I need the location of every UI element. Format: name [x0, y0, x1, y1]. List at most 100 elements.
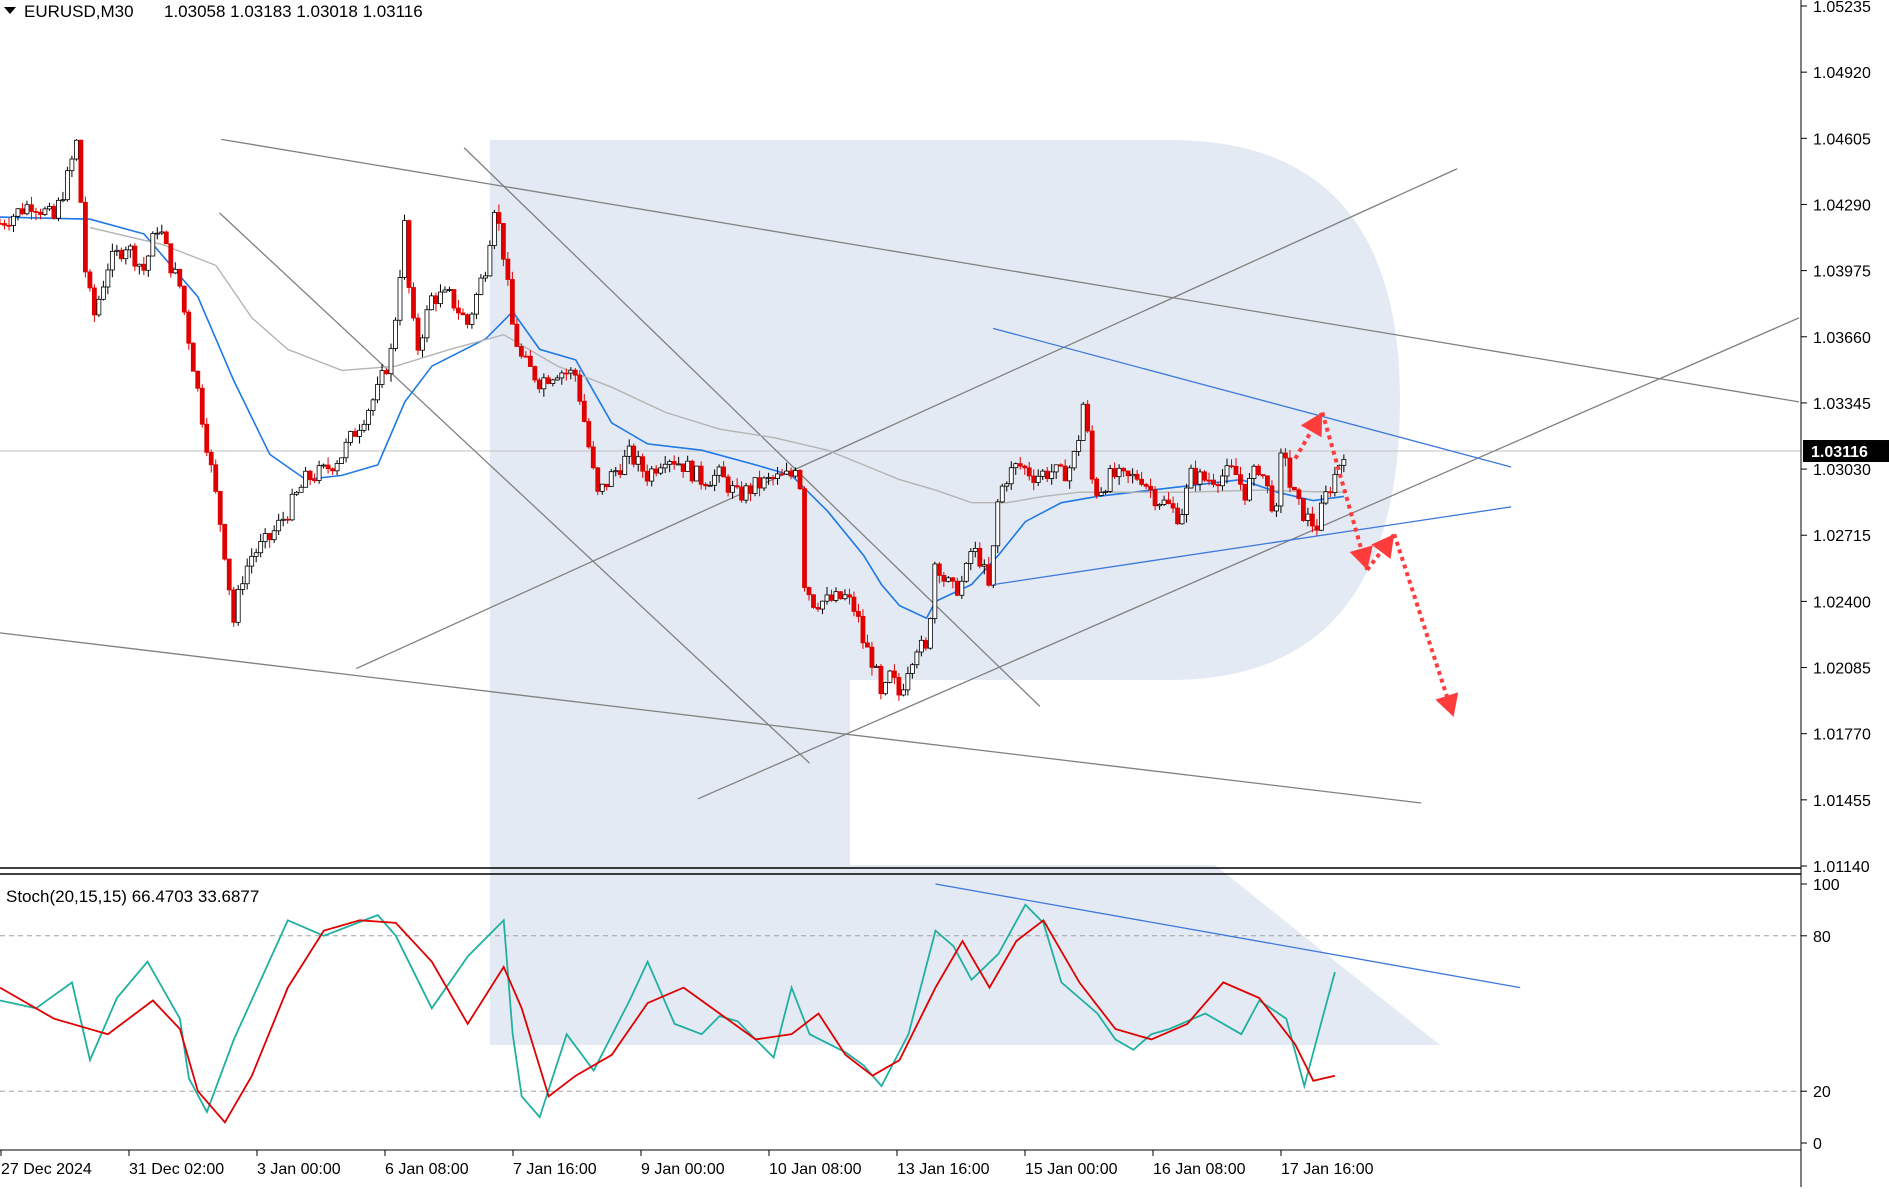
price-tick-label: 1.02715	[1813, 528, 1871, 545]
candle-body	[15, 208, 21, 217]
candle-body	[172, 268, 178, 274]
candle-body	[595, 467, 601, 492]
candle-body	[1318, 502, 1324, 531]
candle-body	[136, 263, 142, 267]
candle-body	[1134, 473, 1140, 480]
candle-body	[1179, 514, 1185, 525]
candle-body	[680, 463, 686, 472]
candle-body	[51, 206, 57, 219]
candle-body	[357, 429, 362, 437]
candle-body	[258, 541, 264, 554]
candle-body	[397, 277, 403, 321]
candle-body	[1026, 467, 1032, 477]
time-tick-label: 31 Dec 02:00	[129, 1161, 224, 1178]
price-tick-label: 1.04920	[1813, 65, 1871, 82]
candle-body	[698, 465, 704, 485]
candle-body	[1193, 467, 1198, 485]
candle-body	[554, 377, 560, 381]
candle-body	[249, 555, 255, 567]
candle-body	[1031, 475, 1037, 483]
price-tick-label: 1.01770	[1813, 727, 1871, 744]
candle-body	[1314, 525, 1320, 531]
candle-body	[312, 479, 318, 482]
candle-body	[716, 466, 722, 476]
stoch-tick-label: 100	[1813, 877, 1840, 894]
candle-body	[927, 618, 933, 649]
candle-body	[1211, 479, 1216, 485]
candle-body	[483, 275, 488, 279]
candle-body	[806, 587, 812, 596]
candle-body	[217, 491, 223, 525]
candle-body	[923, 639, 929, 649]
candle-body	[1229, 465, 1234, 468]
candle-body	[1152, 489, 1158, 507]
candle-body	[411, 287, 416, 319]
candle-body	[874, 665, 879, 668]
candle-body	[465, 314, 470, 325]
candle-body	[1224, 465, 1230, 477]
candle-body	[563, 372, 569, 375]
candle-body	[963, 563, 969, 582]
candle-body	[1157, 504, 1162, 507]
candle-body	[577, 374, 583, 402]
candle-body	[244, 565, 250, 585]
candle-body	[420, 337, 425, 351]
candle-body	[190, 342, 196, 372]
candle-body	[815, 607, 821, 610]
candle-body	[285, 518, 291, 521]
candle-body	[361, 423, 367, 431]
candle-body	[725, 476, 731, 493]
candle-body	[262, 533, 268, 542]
candle-body	[271, 530, 277, 541]
candle-body	[1139, 478, 1145, 485]
candle-body	[883, 682, 888, 695]
candle-body	[905, 673, 911, 691]
candle-body	[280, 518, 286, 521]
candle-body	[1085, 403, 1091, 432]
candle-body	[685, 460, 691, 472]
candle-body	[1242, 483, 1248, 501]
candle-body	[1098, 491, 1104, 496]
candle-body	[572, 369, 578, 376]
candle-body	[941, 575, 947, 582]
candle-body	[78, 139, 84, 203]
candle-body	[842, 594, 848, 600]
candle-body	[1035, 475, 1041, 483]
candle-body	[375, 384, 380, 401]
candle-body	[1292, 486, 1297, 491]
time-tick-label: 3 Jan 00:00	[257, 1161, 341, 1178]
candle-body	[1184, 487, 1189, 515]
candle-body	[865, 642, 870, 648]
candle-body	[478, 277, 484, 295]
candle-body	[100, 286, 106, 300]
candle-body	[999, 485, 1005, 503]
candle-body	[289, 493, 295, 521]
candle-body	[802, 488, 807, 588]
candle-body	[348, 431, 353, 443]
candle-body	[303, 470, 309, 488]
candle-body	[892, 670, 897, 678]
candle-body	[496, 212, 502, 224]
candle-body	[1143, 484, 1149, 487]
candle-body	[514, 323, 520, 347]
candle-body	[114, 249, 120, 252]
candle-body	[1040, 470, 1046, 477]
candle-body	[959, 580, 965, 596]
time-tick-label: 27 Dec 2024	[1, 1161, 92, 1178]
candle-body	[1103, 491, 1109, 493]
candle-body	[1094, 478, 1100, 496]
candle-body	[11, 215, 16, 226]
candle-body	[109, 250, 115, 271]
candle-body	[1067, 467, 1073, 482]
candle-body	[213, 464, 219, 492]
price-tick-label: 1.01455	[1813, 793, 1871, 810]
candle-body	[379, 370, 385, 385]
candle-body	[757, 477, 762, 489]
candle-body	[1071, 450, 1077, 469]
candle-body	[1049, 471, 1055, 479]
candle-body	[65, 170, 70, 201]
price-tick-label: 1.03030	[1813, 462, 1871, 479]
candle-body	[141, 263, 147, 271]
candle-body	[887, 670, 893, 683]
candle-body	[1130, 473, 1136, 477]
